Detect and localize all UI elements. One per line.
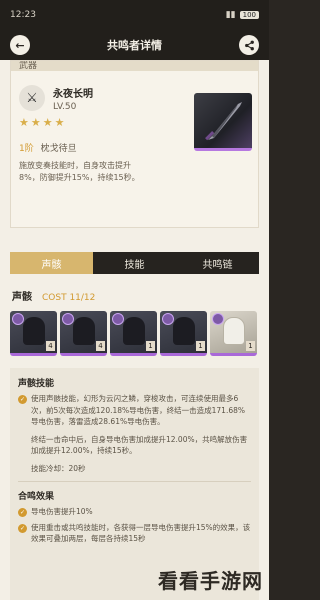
check-icon: ✓ (18, 523, 27, 533)
sonata-sigil-icon (12, 313, 24, 325)
echo-slot[interactable]: 1 (110, 311, 157, 356)
page-title: 共鸣者详情 (107, 39, 162, 52)
echo-cost: COST 11/12 (42, 293, 96, 303)
refine-name: 枕戈待旦 (40, 144, 77, 154)
watermark-logo: 看看手游网 (158, 569, 263, 593)
sonata-sigil-icon (212, 313, 224, 325)
echo-skill-title: 声骸技能 (18, 379, 55, 389)
weapon-description: 施放变奏技能时，自身攻击提升8%，防御提升15%，持续15秒。 (19, 161, 140, 182)
back-button[interactable]: ← (10, 35, 30, 55)
divider (18, 481, 251, 482)
echo-cost-badge: 1 (246, 341, 255, 351)
detail-tabs: 声骸 技能 共鸣链 (10, 252, 259, 274)
sonata-sigil-icon (162, 313, 174, 325)
echo-header: 声骸 COST 11/12 (12, 288, 257, 303)
set-effect-title: 合鸣效果 (18, 492, 55, 502)
weapon-name: 永夜长明 (53, 89, 93, 100)
echo-slot[interactable]: 1 (210, 311, 257, 356)
echo-slot[interactable]: 4 (10, 311, 57, 356)
set-effect-item: ✓ 导电伤害提升10% (18, 506, 251, 518)
status-bar: 12:23 ▮▮ 100 (0, 0, 269, 30)
detail-content[interactable]: 武器 ⚔ 永夜长明 LV.50 ★★★★ 1阶 枕戈待旦 施放变奏技能时，自身攻… (0, 60, 269, 600)
status-time: 12:23 (10, 10, 36, 20)
tab-skills[interactable]: 技能 (93, 252, 176, 274)
title-bar: ← 共鸣者详情 (0, 30, 269, 60)
sonata-sigil-icon (62, 313, 74, 325)
sword-image-icon (205, 101, 242, 140)
echo-figure-icon (223, 317, 245, 345)
echo-cost-badge: 1 (196, 341, 205, 351)
weapon-section-label: 武器 (11, 61, 258, 71)
weapon-level: LV.50 (53, 102, 77, 112)
echo-skill-item: ✓ 使用声骸技能，幻形为云闪之鳞，穿梭攻击，可连续使用最多6次，前5次每次造成1… (18, 393, 251, 428)
refine-rank: 1阶 (19, 144, 34, 154)
arrow-left-icon: ← (15, 38, 25, 52)
echo-skill-text: 使用声骸技能，幻形为云闪之鳞，穿梭攻击，可连续使用最多6次，前5次每次造成120… (31, 394, 246, 426)
share-icon (244, 40, 254, 50)
signal-icon: ▮▮ (225, 10, 236, 20)
set-effect-text: 使用重击或共鸣技能时，各获得一层导电伤害提升15%的效果，该效果可叠加两层，每层… (31, 522, 251, 544)
echo-slot[interactable]: 4 (60, 311, 107, 356)
echo-cost-badge: 4 (46, 341, 55, 351)
echo-figure-icon (73, 317, 95, 345)
share-button[interactable] (239, 35, 259, 55)
sonata-sigil-icon (112, 313, 124, 325)
echo-figure-icon (173, 317, 195, 345)
echo-cost-badge: 4 (96, 341, 105, 351)
weapon-card[interactable]: 武器 ⚔ 永夜长明 LV.50 ★★★★ 1阶 枕戈待旦 施放变奏技能时，自身攻… (10, 60, 259, 228)
echo-skill-text-2: 终结一击命中后，自身导电伤害加成提升12.00%，共鸣解放伤害加成提升12.00… (31, 434, 248, 456)
sword-type-icon: ⚔ (19, 85, 45, 111)
set-effect-text: 导电伤害提升10% (31, 507, 93, 516)
echo-slot[interactable]: 1 (160, 311, 207, 356)
weapon-image (194, 93, 252, 151)
echo-cost-badge: 1 (146, 341, 155, 351)
echo-skill-cooldown: 技能冷却：20秒 (31, 463, 86, 473)
status-icons: ▮▮ 100 (226, 10, 259, 20)
echo-figure-icon (23, 317, 45, 345)
echo-title: 声骸 (12, 292, 32, 303)
check-icon: ✓ (18, 508, 27, 517)
echo-slots: 4 4 1 1 1 (10, 311, 259, 356)
check-icon: ✓ (18, 395, 27, 404)
tab-echo[interactable]: 声骸 (10, 252, 93, 274)
tab-resonance-chain[interactable]: 共鸣链 (176, 252, 259, 274)
weapon-info: 永夜长明 LV.50 (53, 85, 93, 112)
echo-figure-icon (123, 317, 145, 345)
set-effect-item: ✓ 使用重击或共鸣技能时，各获得一层导电伤害提升15%的效果，该效果可叠加两层，… (18, 522, 251, 545)
battery-icon: 100 (239, 11, 259, 19)
